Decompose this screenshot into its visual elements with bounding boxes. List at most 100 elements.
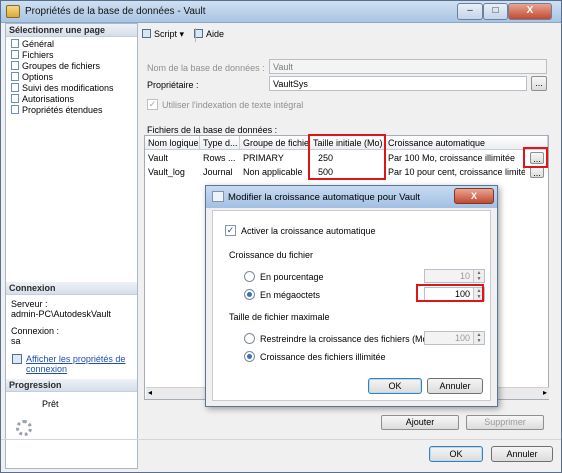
dialog-ok-button[interactable]: OK: [368, 378, 422, 394]
page-icon: [11, 39, 19, 48]
page-icon: [11, 105, 19, 114]
fulltext-label: Utiliser l'indexation de texte intégral: [162, 100, 304, 110]
page-icon: [11, 50, 19, 59]
dialog-title-bar: Modifier la croissance automatique pour …: [206, 186, 497, 208]
spin-arrows-icon[interactable]: ▲ ▼: [473, 332, 484, 344]
table-cell[interactable]: 500: [315, 165, 385, 179]
table-cell[interactable]: Non applicable: [240, 165, 310, 179]
view-connection-properties-link[interactable]: Afficher les propriétés de: [26, 354, 125, 364]
progress-spinner-icon: [16, 420, 32, 436]
column-header-filegroup[interactable]: Groupe de fichiers: [240, 136, 310, 150]
unlimited-growth-label: Croissance des fichiers illimitée: [260, 352, 386, 362]
column-header-autogrowth[interactable]: Croissance automatique: [385, 136, 548, 150]
table-cell[interactable]: Journal: [200, 165, 240, 179]
percent-radio[interactable]: [244, 271, 255, 282]
column-header-type[interactable]: Type d...: [200, 136, 240, 150]
page-icon: [11, 83, 19, 92]
dialog-body: ✓ Activer la croissance automatique Croi…: [212, 210, 491, 401]
dialog-icon: [212, 191, 224, 202]
page-item-label: Fichiers: [22, 50, 54, 60]
page-item-label: Propriétés étendues: [22, 105, 103, 115]
toolbar: Script ▾ Aide: [142, 25, 557, 45]
window-title: Propriétés de la base de données - Vault: [25, 6, 206, 17]
help-label: Aide: [206, 29, 225, 39]
restrict-growth-value: 100: [454, 333, 470, 343]
cancel-button[interactable]: Annuler: [491, 446, 553, 462]
column-header-logical-name[interactable]: Nom logique: [145, 136, 200, 150]
toolbar-divider: [195, 28, 196, 42]
db-name-field: Vault: [269, 59, 547, 74]
restrict-growth-radio[interactable]: [244, 333, 255, 344]
page-item-label: Groupes de fichiers: [22, 61, 101, 71]
table-cell[interactable]: 250: [315, 151, 385, 165]
megabytes-label: En mégaoctets: [260, 290, 321, 300]
server-label: Serveur :: [11, 299, 48, 309]
table-cell[interactable]: Rows ...: [200, 151, 240, 165]
connection-label: Connexion :: [11, 326, 60, 336]
spin-arrows-icon[interactable]: ▲ ▼: [473, 288, 484, 300]
megabytes-radio[interactable]: [244, 289, 255, 300]
table-cell[interactable]: PRIMARY: [240, 151, 310, 165]
dialog-title: Modifier la croissance automatique pour …: [228, 192, 421, 203]
enable-autogrowth-label: Activer la croissance automatique: [241, 226, 376, 236]
script-label: Script: [154, 29, 178, 39]
script-button[interactable]: Script ▾: [142, 29, 184, 40]
server-value: admin-PC\AutodeskVault: [11, 309, 111, 319]
percent-label: En pourcentage: [260, 272, 324, 282]
autogrowth-dialog: Modifier la croissance automatique pour …: [205, 185, 498, 407]
owner-field[interactable]: VaultSys: [269, 76, 527, 91]
page-item-label: Options: [22, 72, 54, 82]
page-icon: [11, 61, 19, 70]
ok-button[interactable]: OK: [429, 446, 483, 462]
connection-icon: [12, 354, 22, 364]
files-label: Fichiers de la base de données :: [147, 125, 278, 135]
progress-status: Prêt: [42, 399, 59, 409]
add-button[interactable]: Ajouter: [381, 415, 459, 430]
page-item-extended-properties[interactable]: Propriétés étendues: [11, 105, 103, 117]
owner-browse-button[interactable]: ...: [531, 76, 547, 91]
enable-autogrowth-checkbox[interactable]: ✓: [225, 225, 236, 236]
autogrowth-edit-button[interactable]: ...: [530, 152, 544, 164]
page-item-label: Général: [22, 39, 55, 49]
script-icon: [142, 29, 151, 38]
column-header-initial-size[interactable]: Taille initiale (Mo): [310, 136, 385, 150]
title-bar: Propriétés de la base de données - Vault…: [1, 1, 561, 23]
scroll-left-icon[interactable]: ◂: [148, 388, 152, 397]
dialog-cancel-button[interactable]: Annuler: [427, 378, 483, 394]
chevron-down-icon[interactable]: ▾: [180, 29, 185, 39]
fulltext-checkbox[interactable]: ✓: [147, 99, 158, 110]
dialog-close-button[interactable]: X: [454, 188, 494, 204]
table-cell: Par 10 pour cent, croissance limitée ...: [388, 167, 525, 177]
table-cell[interactable]: Vault: [145, 151, 200, 165]
megabytes-stepper[interactable]: 100 ▲ ▼: [424, 287, 485, 301]
left-pane: Sélectionner une page Général Fichiers G…: [5, 23, 138, 469]
restrict-growth-label: Restreindre la croissance des fichiers (…: [260, 334, 431, 344]
page-icon: [11, 94, 19, 103]
spin-arrows-icon[interactable]: ▲ ▼: [473, 270, 484, 282]
close-button[interactable]: X: [508, 3, 552, 20]
page-item-label: Autorisations: [22, 94, 75, 104]
divider: [1, 439, 561, 440]
window-icon: [6, 5, 20, 18]
progress-header: Progression: [6, 379, 137, 392]
restrict-growth-stepper[interactable]: 100 ▲ ▼: [424, 331, 485, 345]
db-name-label: Nom de la base de données :: [147, 63, 265, 73]
file-growth-label: Croissance du fichier: [229, 250, 314, 260]
help-button[interactable]: Aide: [194, 29, 224, 39]
table-cell: Par 100 Mo, croissance illimitée: [388, 153, 516, 163]
minimize-button[interactable]: –: [457, 3, 483, 20]
scroll-right-icon[interactable]: ▸: [543, 388, 547, 397]
connection-value: sa: [11, 336, 21, 346]
percent-stepper[interactable]: 10 ▲ ▼: [424, 269, 485, 283]
autogrowth-edit-button[interactable]: ...: [530, 166, 544, 178]
owner-label: Propriétaire :: [147, 80, 199, 90]
connection-header: Connexion: [6, 282, 137, 295]
table-cell[interactable]: Vault_log: [145, 165, 200, 179]
view-connection-properties-link-cont[interactable]: connexion: [26, 364, 67, 374]
percent-value: 10: [459, 271, 470, 281]
remove-button[interactable]: Supprimer: [466, 415, 544, 430]
page-icon: [11, 72, 19, 81]
maximize-button[interactable]: □: [483, 3, 508, 20]
page-item-label: Suivi des modifications: [22, 83, 114, 93]
unlimited-growth-radio[interactable]: [244, 351, 255, 362]
